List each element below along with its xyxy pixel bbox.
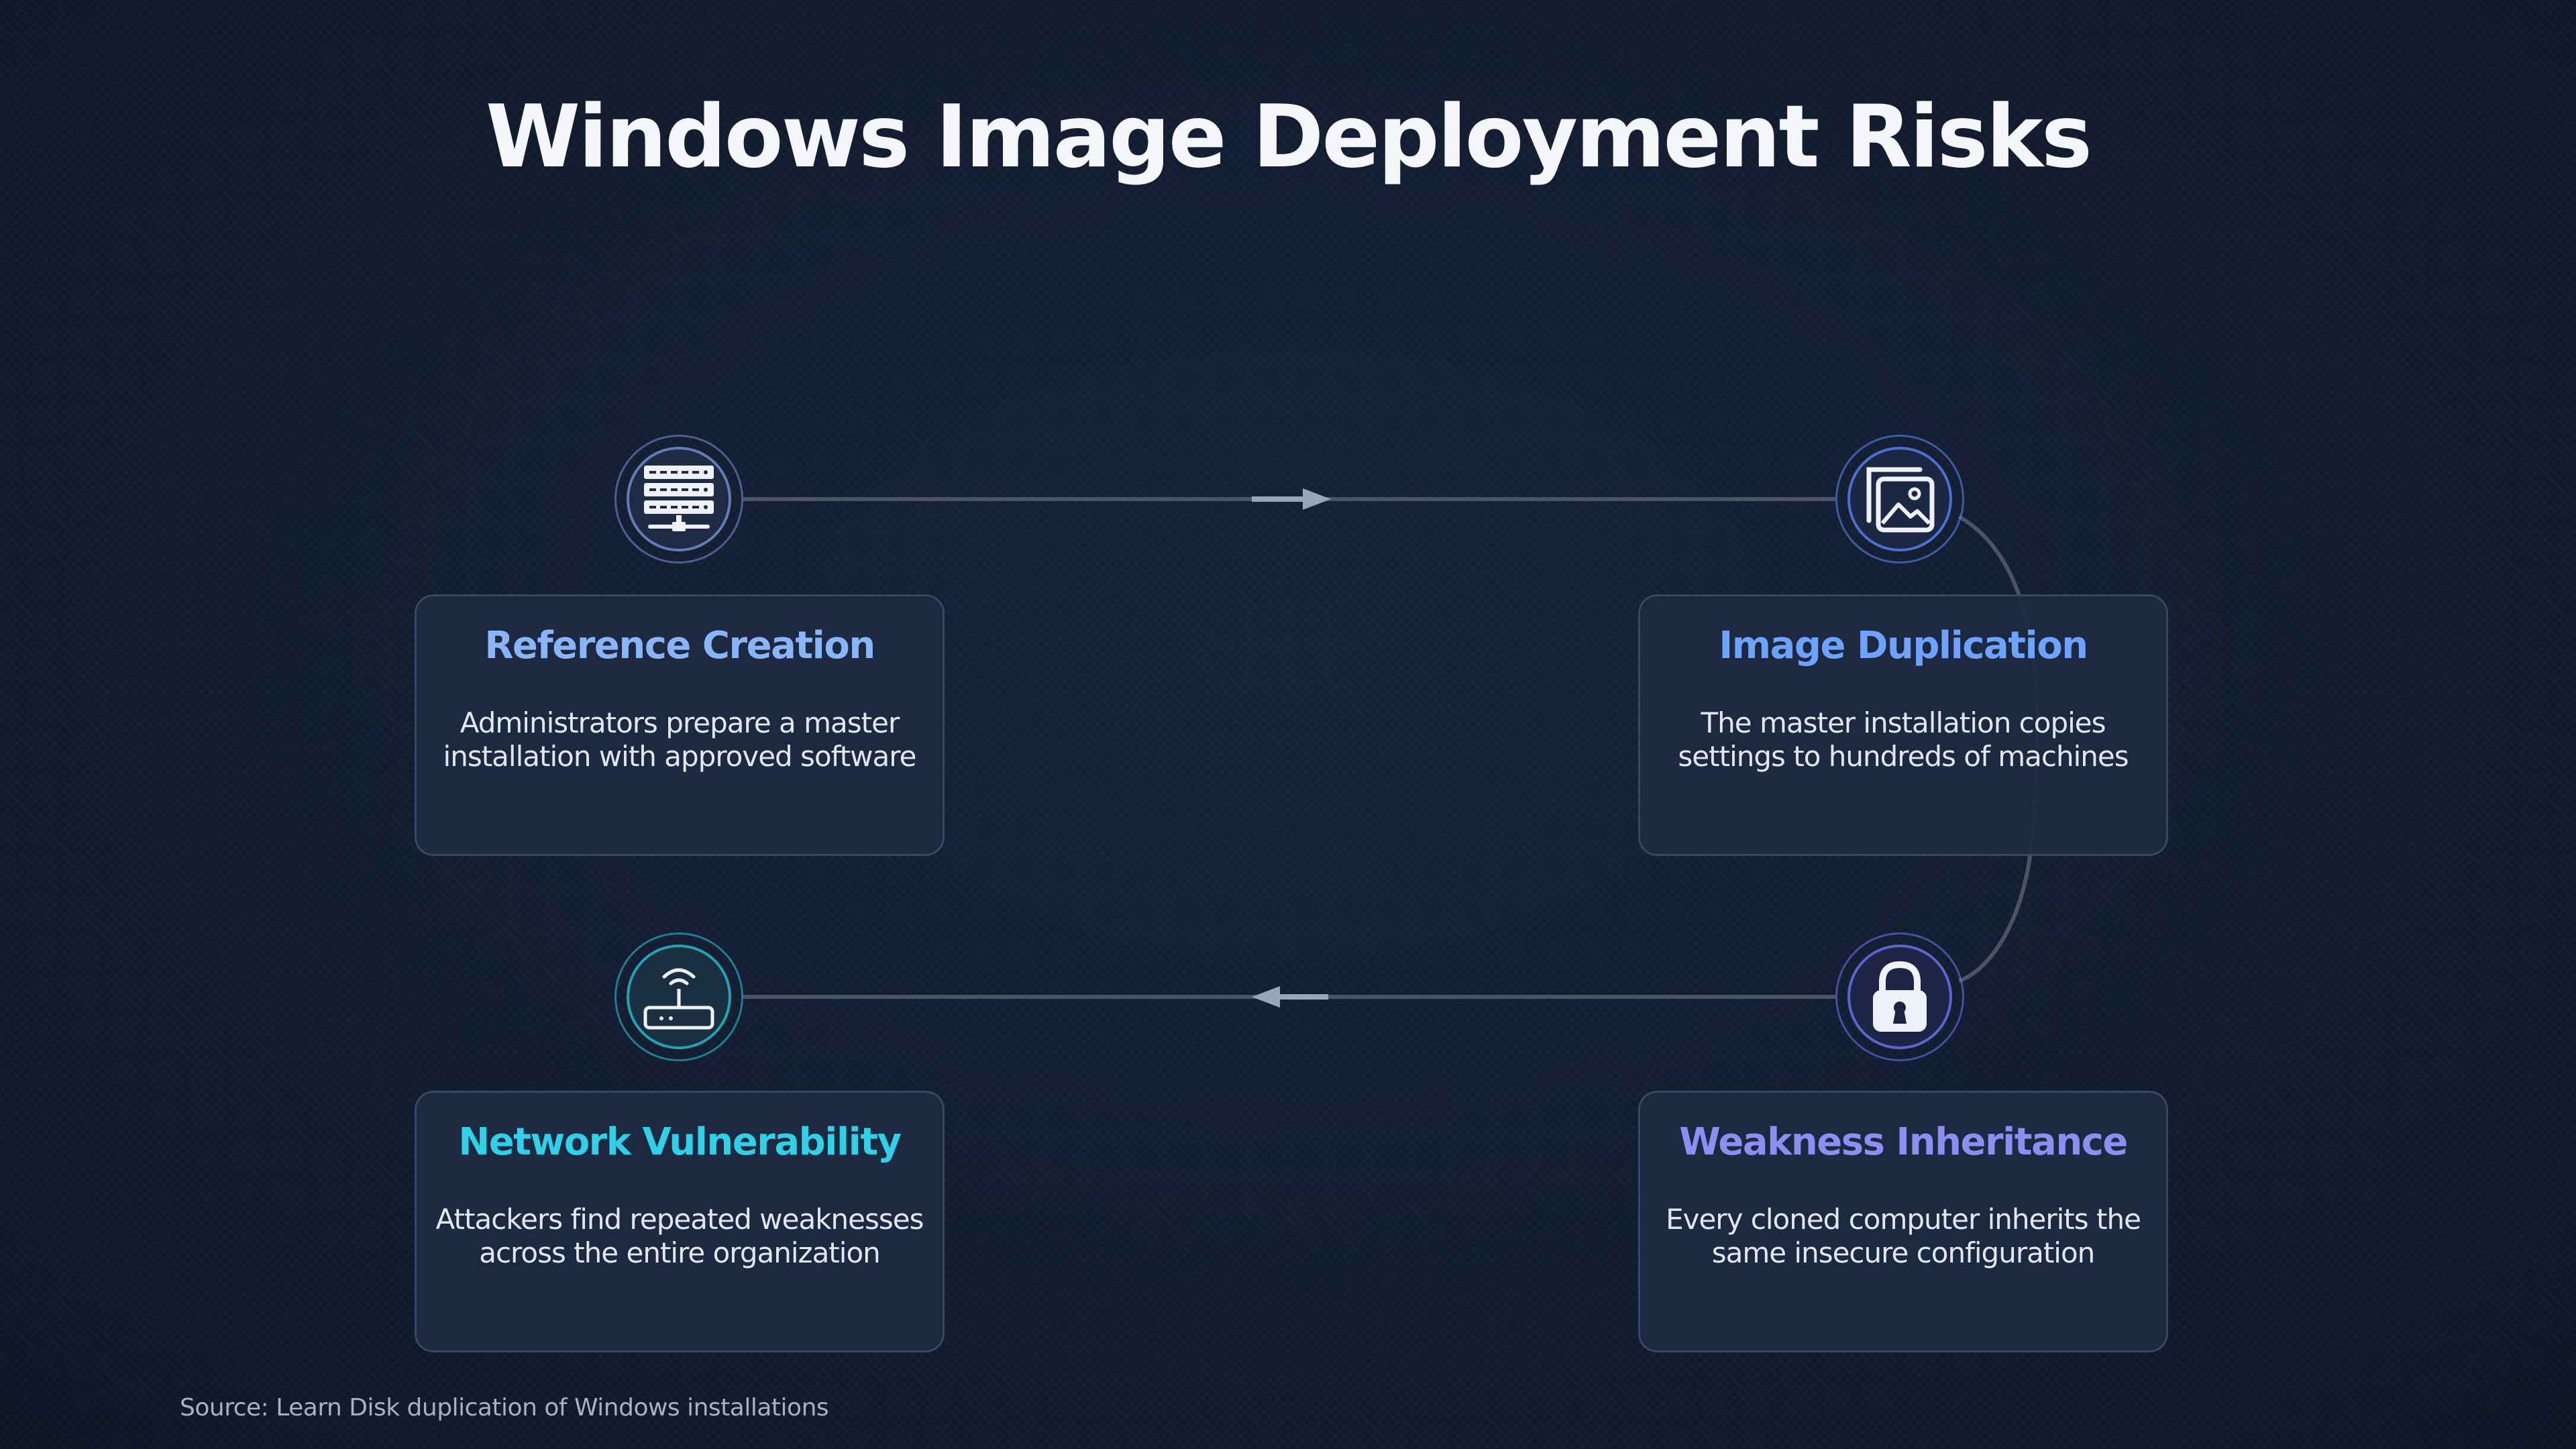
source-caption: Source: Learn Disk duplication of Window… — [180, 1394, 829, 1421]
step-card-image-duplication: Image Duplication The master installatio… — [1638, 594, 2168, 856]
step-title: Network Vulnerability — [458, 1120, 902, 1164]
image-copies-icon — [1866, 467, 1935, 533]
arrow-left-icon — [1252, 986, 1328, 1008]
step-card-reference-creation: Reference Creation Administrators prepar… — [415, 594, 945, 856]
step-description: Every cloned computer inherits the same … — [1666, 1203, 2141, 1269]
step-node-image-duplication — [1835, 435, 1964, 564]
step-card-network-vulnerability: Network Vulnerability Attackers find rep… — [415, 1091, 945, 1352]
step-description: Administrators prepare a master installa… — [443, 706, 917, 773]
step-description: Attackers find repeated weaknesses acros… — [435, 1203, 924, 1269]
step-node-network-vulnerability — [614, 932, 743, 1061]
step-description: The master installation copies settings … — [1678, 706, 2129, 773]
padlock-icon — [1873, 961, 1927, 1032]
step-title: Weakness Inheritance — [1679, 1120, 2128, 1164]
step-node-weakness-inheritance — [1835, 932, 1964, 1061]
wifi-router-icon — [643, 968, 714, 1030]
step-title: Image Duplication — [1719, 624, 2088, 667]
flow-connectors — [743, 488, 2040, 1008]
step-card-weakness-inheritance: Weakness Inheritance Every cloned comput… — [1638, 1091, 2168, 1352]
step-title: Reference Creation — [484, 624, 875, 667]
server-rack-icon — [644, 466, 714, 531]
step-node-reference-creation — [614, 435, 743, 564]
arrow-right-icon — [1252, 488, 1331, 510]
